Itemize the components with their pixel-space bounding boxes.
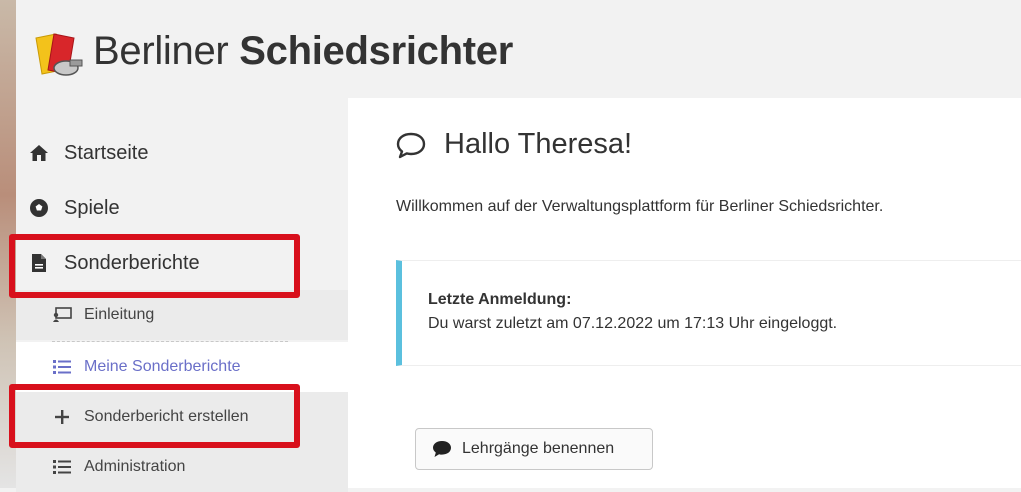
sidebar-item-label: Startseite <box>64 141 149 164</box>
list-icon <box>52 457 72 477</box>
home-icon <box>28 142 50 164</box>
presentation-icon <box>52 305 72 325</box>
highlight-box-sonderberichte <box>9 234 300 298</box>
main-content: Hallo Theresa! Willkommen auf der Verwal… <box>348 98 1021 488</box>
lehrgaenge-benennen-button[interactable]: Lehrgänge benennen <box>415 428 653 470</box>
sidebar-item-label: Spiele <box>64 196 120 219</box>
sidebar-item-startseite[interactable]: Startseite <box>16 128 348 178</box>
sidebar-subitem-label: Administration <box>84 458 186 475</box>
site-title-bold: Schiedsrichter <box>239 29 513 73</box>
comment-icon <box>433 441 451 457</box>
welcome-text: Willkommen auf der Verwaltungsplattform … <box>396 198 884 215</box>
site-title-light: Berliner <box>93 29 229 73</box>
soccer-ball-icon <box>28 197 50 219</box>
sidebar-subitem-label: Meine Sonderberichte <box>84 358 241 375</box>
sidebar-subitem-administration[interactable]: Administration <box>16 442 348 492</box>
last-login-text: Du warst zuletzt am 07.12.2022 um 17:13 … <box>428 315 838 332</box>
last-login-title: Letzte Anmeldung: <box>428 291 572 308</box>
speech-bubble-icon <box>396 132 426 158</box>
sidebar-item-spiele[interactable]: Spiele <box>16 183 348 233</box>
highlight-box-sonderbericht-erstellen <box>9 384 300 448</box>
button-label: Lehrgänge benennen <box>462 440 615 457</box>
page-title: Hallo Theresa! <box>396 128 632 161</box>
site-title[interactable]: Berliner Schiedsrichter <box>93 29 513 74</box>
last-login-callout: Letzte Anmeldung: Du warst zuletzt am 07… <box>396 260 1021 366</box>
greeting-text: Hallo Theresa! <box>444 128 633 160</box>
yellow-red-cards-whistle-icon[interactable] <box>32 30 86 80</box>
list-icon <box>52 357 72 377</box>
sidebar-subitem-label: Einleitung <box>84 306 155 323</box>
